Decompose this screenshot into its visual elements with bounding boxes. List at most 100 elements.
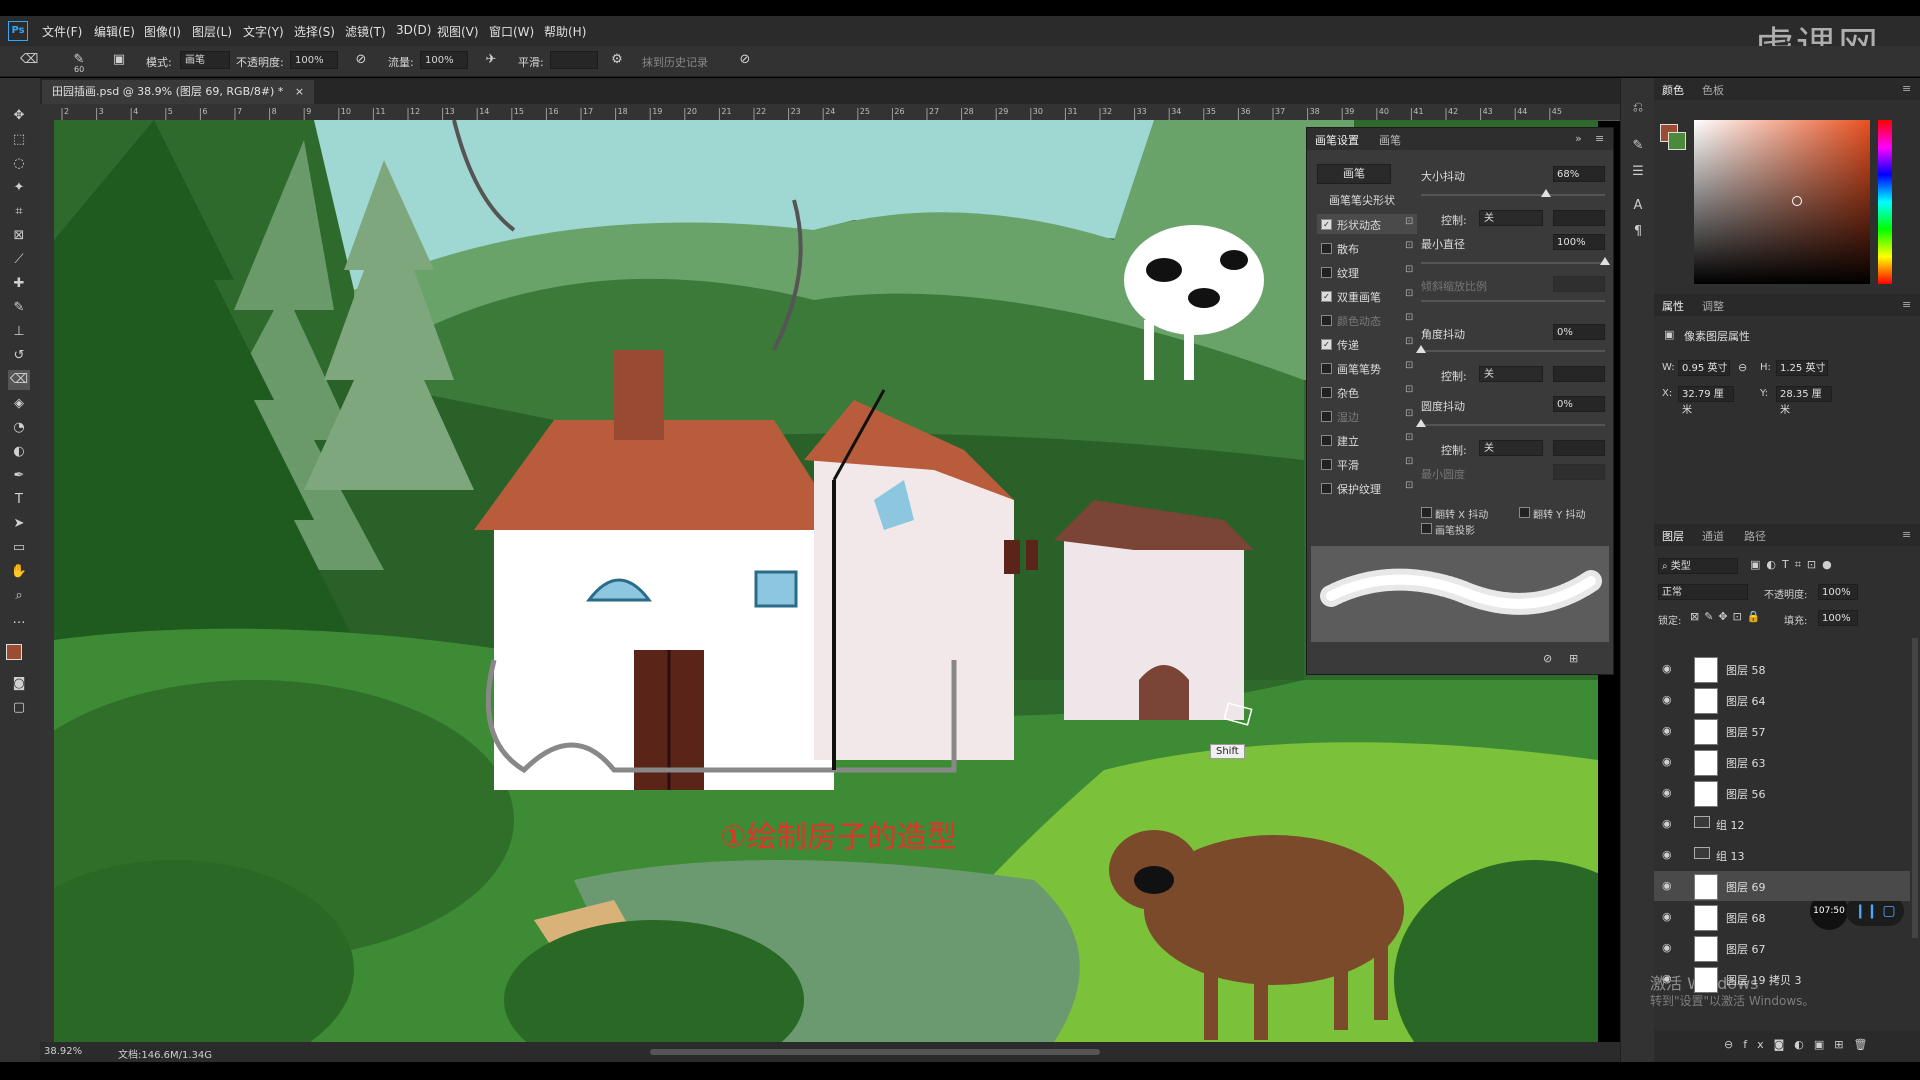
marquee-tool-icon[interactable]: ⬚ xyxy=(8,130,30,150)
eraser-tool-icon[interactable]: ⌫ xyxy=(20,51,38,69)
horizontal-scrollbar[interactable] xyxy=(650,1049,1100,1055)
lock-icon[interactable]: ⊡ xyxy=(1405,216,1413,227)
color-panel-bg-swatch[interactable] xyxy=(1668,132,1686,150)
visibility-eye-icon[interactable]: ◉ xyxy=(1662,910,1672,923)
tab-adjustments[interactable]: 调整 xyxy=(1702,298,1724,314)
visibility-eye-icon[interactable]: ◉ xyxy=(1662,848,1672,861)
brush-option[interactable]: 建立 ⊡ xyxy=(1317,430,1417,450)
erase-to-history-label[interactable]: 抹到历史记录 xyxy=(642,54,708,70)
lock-icon[interactable]: ⊡ xyxy=(1405,432,1413,443)
zoom-level[interactable]: 38.92% xyxy=(44,1046,82,1057)
roundness-jitter-input[interactable]: 0% xyxy=(1553,396,1605,412)
lock-icon[interactable]: ⊡ xyxy=(1405,408,1413,419)
mode-select[interactable]: 画笔 xyxy=(180,51,230,69)
visibility-eye-icon[interactable]: ◉ xyxy=(1662,693,1672,706)
tab-brush-settings[interactable]: 画笔设置 xyxy=(1315,132,1359,148)
new-brush-icon[interactable]: ⊞ xyxy=(1569,652,1578,665)
layer-opacity-input[interactable]: 100% xyxy=(1818,584,1858,600)
screen-mode-icon[interactable]: ▢ xyxy=(8,698,30,718)
blur-tool-icon[interactable]: ◔ xyxy=(8,418,30,438)
menu-window[interactable]: 窗口(W) xyxy=(489,23,534,40)
flip-x-option[interactable]: 翻转 X 抖动 xyxy=(1417,504,1507,521)
opacity-input[interactable]: 100% xyxy=(290,51,338,69)
lock-icons[interactable]: ⊠✎✥⊡🔒 xyxy=(1690,610,1766,623)
lock-icon[interactable]: ⊡ xyxy=(1405,336,1413,347)
layer-filter-icons[interactable]: ▣◐T⌗⊡● xyxy=(1750,558,1838,572)
angle-control-select[interactable]: 关 xyxy=(1479,366,1543,382)
brush-option-checkbox[interactable] xyxy=(1321,387,1332,398)
tab-layers[interactable]: 图层 xyxy=(1662,528,1684,544)
rectangle-tool-icon[interactable]: ▭ xyxy=(8,538,30,558)
brush-option[interactable]: 画笔笔势 ⊡ xyxy=(1317,358,1417,378)
lock-icon[interactable]: ⊡ xyxy=(1405,480,1413,491)
lock-icon[interactable]: ⊡ xyxy=(1405,288,1413,299)
size-jitter-knob[interactable] xyxy=(1541,189,1552,197)
layer-group-row[interactable]: ◉ 组 12 xyxy=(1654,809,1910,839)
menu-select[interactable]: 选择(S) xyxy=(294,23,335,40)
brush-option[interactable]: 颜色动态 ⊡ xyxy=(1317,310,1417,330)
menu-3d[interactable]: 3D(D) xyxy=(396,23,431,37)
layer-row[interactable]: ◉ 图层 64 xyxy=(1654,685,1910,715)
lock-icon[interactable]: ⊡ xyxy=(1405,456,1413,467)
roundness-jitter-knob[interactable] xyxy=(1416,419,1426,427)
tab-channels[interactable]: 通道 xyxy=(1702,528,1724,544)
brush-option-checkbox[interactable] xyxy=(1321,435,1332,446)
visibility-eye-icon[interactable]: ◉ xyxy=(1662,817,1672,830)
min-diameter-slider[interactable] xyxy=(1421,262,1605,264)
menu-layer[interactable]: 图层(L) xyxy=(192,23,232,40)
brushes-button[interactable]: 画笔 xyxy=(1317,164,1391,184)
tab-color[interactable]: 颜色 xyxy=(1662,82,1684,98)
tab-paths[interactable]: 路径 xyxy=(1744,528,1766,544)
menu-filter[interactable]: 滤镜(T) xyxy=(345,23,386,40)
color-field[interactable] xyxy=(1694,120,1870,284)
layer-row[interactable]: ◉ 图层 58 xyxy=(1654,654,1910,684)
roundness-control-select[interactable]: 关 xyxy=(1479,440,1543,456)
layer-row[interactable]: ◉ 图层 63 xyxy=(1654,747,1910,777)
document-tab[interactable]: 田园插画.psd @ 38.9% (图层 69, RGB/8#) * × xyxy=(42,80,315,104)
panel-menu-icon[interactable]: ≡ xyxy=(1902,298,1911,311)
menu-view[interactable]: 视图(V) xyxy=(437,23,479,40)
brush-option[interactable]: ✓ 传递 ⊡ xyxy=(1317,334,1417,354)
history-panel-icon[interactable]: ⎌ xyxy=(1629,100,1647,118)
brush-option[interactable]: 散布 ⊡ xyxy=(1317,238,1417,258)
menu-help[interactable]: 帮助(H) xyxy=(544,23,586,40)
brush-option-checkbox[interactable]: ✓ xyxy=(1321,339,1332,350)
layer-group-row[interactable]: ◉ 组 13 xyxy=(1654,840,1910,870)
gear-icon[interactable]: ⚙ xyxy=(608,51,626,69)
angle-jitter-slider[interactable] xyxy=(1421,350,1605,352)
more-tools-icon[interactable]: … xyxy=(8,610,30,630)
brush-option-checkbox[interactable] xyxy=(1321,267,1332,278)
panel-menu-icon[interactable]: ≡ xyxy=(1902,82,1911,95)
history-brush-icon[interactable]: ↺ xyxy=(8,346,30,366)
fill-input[interactable]: 100% xyxy=(1818,610,1858,626)
min-diameter-input[interactable]: 100% xyxy=(1553,234,1605,250)
collapse-icon[interactable]: » xyxy=(1575,132,1582,145)
brush-option[interactable]: ✓ 双重画笔 ⊡ xyxy=(1317,286,1417,306)
visibility-eye-icon[interactable]: ◉ xyxy=(1662,972,1672,985)
roundness-control-input[interactable] xyxy=(1553,440,1605,456)
layer-row[interactable]: ◉ 图层 68 xyxy=(1654,902,1910,932)
foreground-color-swatch[interactable] xyxy=(6,644,22,660)
pressure-size-icon[interactable]: ⊘ xyxy=(736,51,754,69)
hue-slider[interactable] xyxy=(1878,120,1892,284)
size-jitter-slider[interactable] xyxy=(1421,194,1605,196)
brush-option-checkbox[interactable] xyxy=(1321,363,1332,374)
brush-projection-option[interactable]: 画笔投影 xyxy=(1417,520,1507,537)
brush-panel-toggle-icon[interactable]: ▣ xyxy=(110,51,128,69)
brush-option-checkbox[interactable]: ✓ xyxy=(1321,291,1332,302)
layers-scrollbar[interactable] xyxy=(1912,638,1918,938)
menu-edit[interactable]: 编辑(E) xyxy=(94,23,135,40)
brush-projection-checkbox[interactable] xyxy=(1421,523,1432,534)
eraser-icon[interactable]: ⌫ xyxy=(8,370,30,390)
tab-swatches[interactable]: 色板 xyxy=(1702,82,1724,98)
visibility-eye-icon[interactable]: ◉ xyxy=(1662,662,1672,675)
move-tool-icon[interactable]: ✥ xyxy=(8,106,30,126)
brush-option-checkbox[interactable] xyxy=(1321,411,1332,422)
flip-x-checkbox[interactable] xyxy=(1421,507,1432,518)
frame-tool-icon[interactable]: ⊠ xyxy=(8,226,30,246)
angle-jitter-input[interactable]: 0% xyxy=(1553,324,1605,340)
close-icon[interactable]: × xyxy=(295,85,304,98)
dodge-tool-icon[interactable]: ◐ xyxy=(8,442,30,462)
panel-menu-icon[interactable]: ≡ xyxy=(1902,528,1911,541)
paragraph-panel-icon[interactable]: ¶ xyxy=(1629,224,1647,242)
